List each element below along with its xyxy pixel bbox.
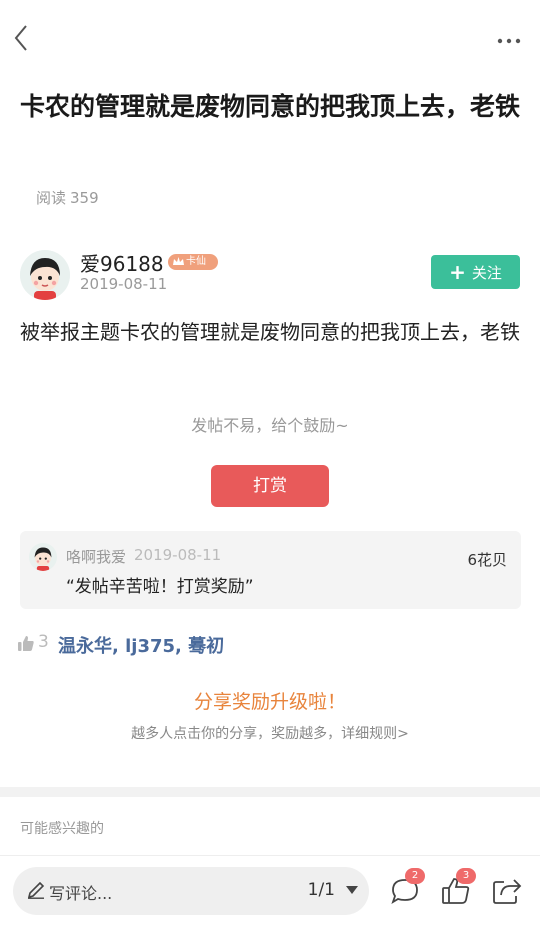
comment-button[interactable]: 2 — [388, 868, 425, 908]
author-name[interactable]: 爱96188 — [80, 248, 164, 277]
like-count: 3 — [38, 632, 49, 652]
read-count-value: 359 — [70, 189, 99, 207]
level-badge-text: 卡仙 — [186, 256, 206, 267]
share-reward-rules-link[interactable]: 越多人点击你的分享，奖励越多，详细规则> — [0, 723, 540, 743]
caret-down-icon[interactable] — [345, 885, 359, 895]
rewarder-avatar-image — [29, 543, 57, 571]
thumbs-up-icon — [18, 636, 34, 651]
post-content: 被举报主题卡农的管理就是废物同意的把我顶上去，老铁 — [20, 320, 520, 344]
avatar-image — [20, 250, 70, 300]
comment-input[interactable]: 写评论... 1/1 — [13, 867, 369, 915]
level-badge: 卡仙 — [168, 254, 218, 270]
author-row: 爱96188 卡仙 2019-08-11 + 关注 — [20, 248, 520, 302]
encourage-text: 发帖不易，给个鼓励~ — [191, 416, 349, 435]
reward-date: 2019-08-11 — [134, 546, 222, 564]
comment-placeholder: 写评论... — [49, 884, 113, 903]
top-bar — [0, 0, 540, 78]
crown-icon — [173, 257, 184, 265]
like-button[interactable]: 3 — [439, 868, 476, 908]
share-reward-title[interactable]: 分享奖励升级啦！ — [0, 687, 540, 714]
chevron-left-icon — [14, 25, 27, 51]
plus-icon: + — [449, 260, 466, 284]
reward-message: “发帖辛苦啦！打赏奖励” — [66, 577, 254, 597]
back-button[interactable] — [10, 22, 34, 54]
reward-record-card: 咯啊我爱 2019-08-11 6花贝 “发帖辛苦啦！打赏奖励” — [20, 531, 521, 609]
author-date: 2019-08-11 — [80, 275, 168, 293]
page-indicator[interactable]: 1/1 — [308, 880, 335, 900]
follow-button[interactable]: + 关注 — [431, 255, 520, 289]
reward-button[interactable]: 打赏 — [211, 465, 329, 507]
comment-count-badge: 2 — [405, 868, 425, 884]
follow-label: 关注 — [471, 264, 502, 282]
section-divider — [0, 787, 540, 797]
recommend-section-title: 可能感兴趣的 — [20, 821, 104, 837]
avatar[interactable] — [20, 250, 70, 300]
rewarder-name[interactable]: 咯啊我爱 — [66, 546, 126, 567]
reward-amount: 6花贝 — [467, 551, 507, 569]
pencil-icon — [27, 881, 45, 899]
bottom-bar: 写评论... 1/1 2 3 — [0, 855, 540, 931]
more-button[interactable] — [496, 32, 522, 44]
like-count-badge: 3 — [456, 868, 476, 884]
share-icon — [493, 879, 522, 904]
more-dots-icon — [497, 38, 521, 44]
share-button[interactable] — [490, 874, 524, 908]
liker-names[interactable]: 温永华, lj375, 蓦初 — [58, 632, 224, 658]
post-title: 卡农的管理就是废物同意的把我顶上去，老铁 — [20, 92, 521, 121]
read-count: 阅读 359 — [36, 187, 99, 208]
read-count-label: 阅读 — [36, 189, 67, 207]
rewarder-avatar[interactable] — [29, 543, 57, 571]
